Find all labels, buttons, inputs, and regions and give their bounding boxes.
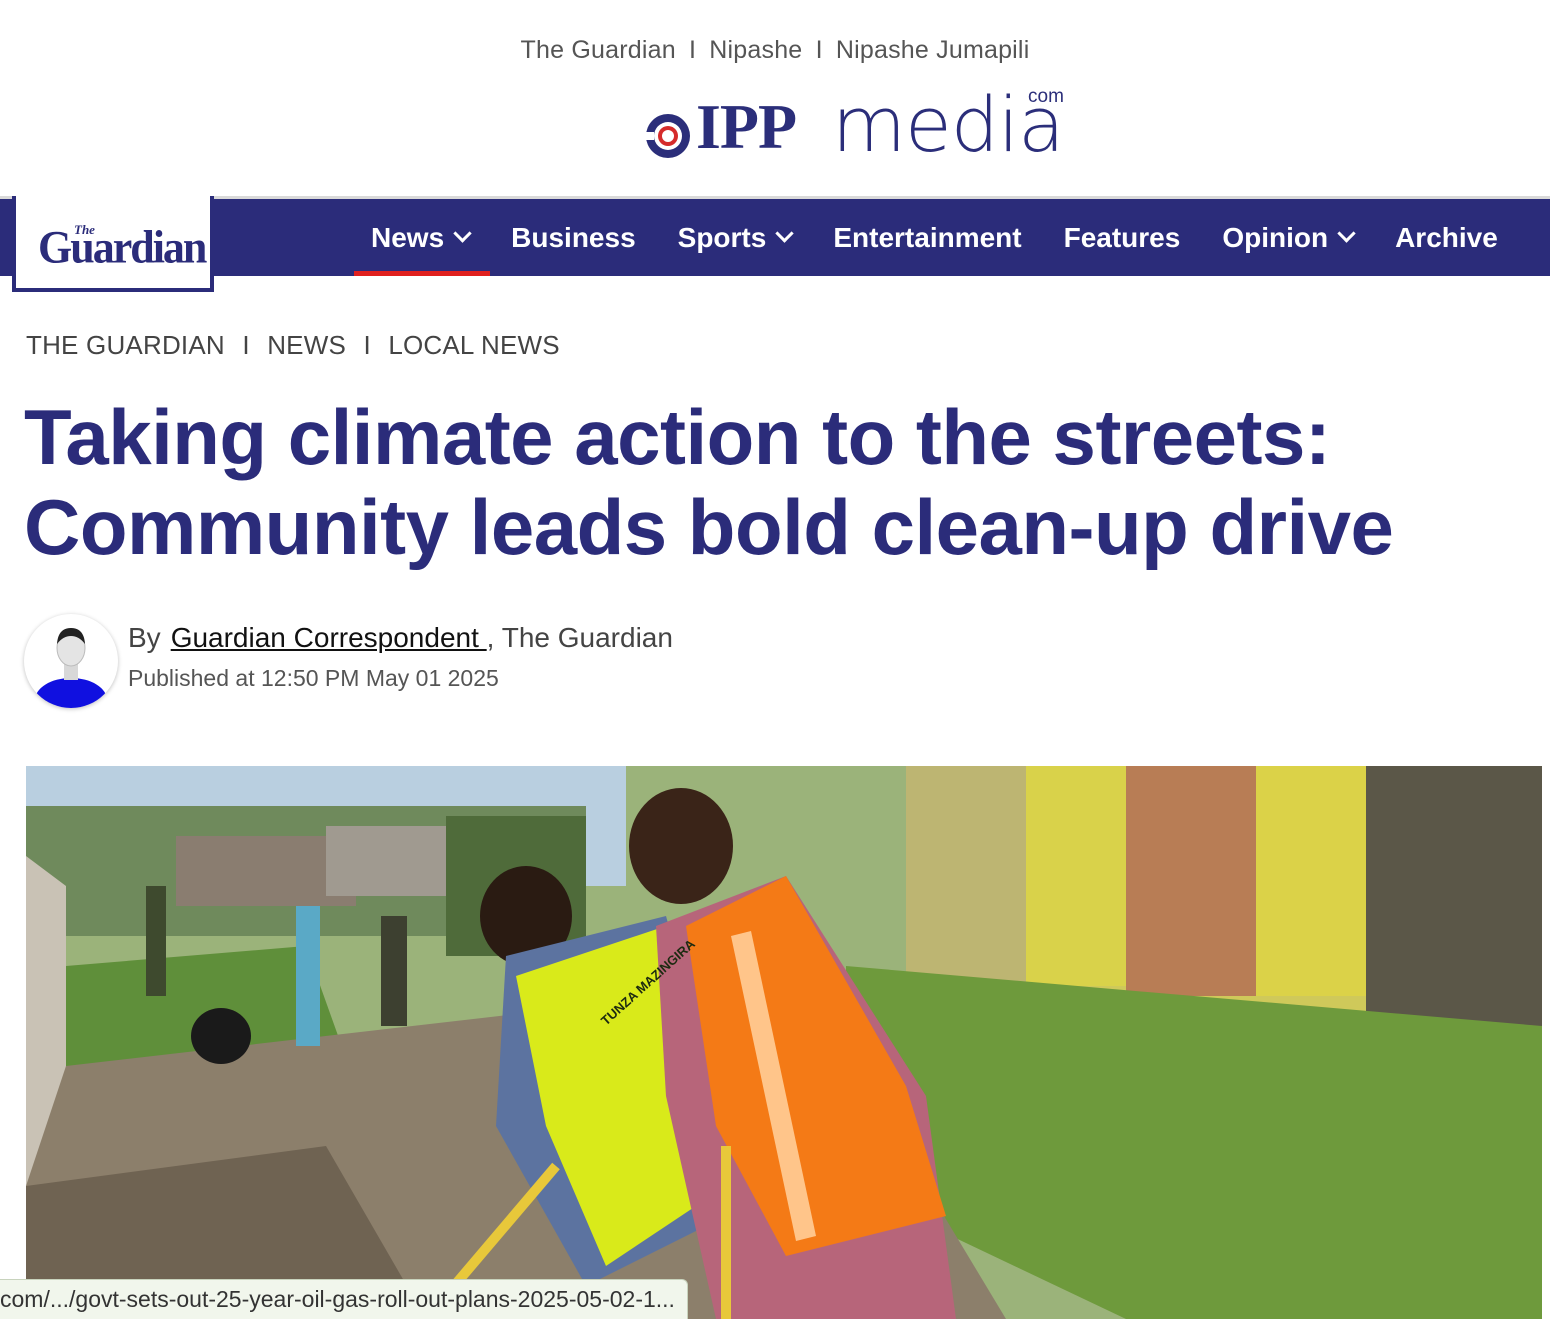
group-link-nipashe-jumapili[interactable]: Nipashe Jumapili (836, 36, 1030, 64)
ipp-logo-suffix: com (1028, 86, 1064, 107)
author-avatar (24, 614, 118, 708)
chevron-down-icon (453, 224, 472, 243)
breadcrumb-item-the-guardian[interactable]: THE GUARDIAN (26, 330, 225, 360)
nav-item-archive[interactable]: Archive (1374, 199, 1519, 276)
breadcrumb-separator: I (242, 330, 250, 360)
breadcrumb: THE GUARDIAN I NEWS I LOCAL NEWS (26, 330, 560, 361)
headline-line-2: Community leads bold clean-up drive (24, 483, 1394, 571)
group-link-the-guardian[interactable]: The Guardian (521, 36, 676, 64)
nav-label: News (371, 221, 445, 253)
group-sites-bar: The Guardian I Nipashe I Nipashe Jumapil… (0, 36, 1550, 65)
byline-by-label: By (128, 622, 161, 653)
nav-label: Features (1063, 221, 1181, 253)
nav-label: Opinion (1222, 221, 1329, 253)
published-date: Published at 12:50 PM May 01 2025 (128, 665, 499, 691)
nav-menu: News Business Sports Entertainment Featu… (350, 199, 1519, 276)
group-separator: I (688, 36, 697, 64)
guardian-logo[interactable]: Guardian The (12, 196, 214, 292)
nav-item-sports[interactable]: Sports (657, 199, 813, 276)
nav-item-entertainment[interactable]: Entertainment (812, 199, 1042, 276)
breadcrumb-separator: I (363, 330, 371, 360)
headline-line-1: Taking climate action to the streets: (24, 393, 1331, 481)
chevron-down-icon (1337, 224, 1356, 243)
nav-label: Sports (677, 221, 767, 253)
user-silhouette-icon (35, 628, 107, 708)
group-separator: I (815, 36, 823, 64)
nav-item-business[interactable]: Business (490, 199, 657, 276)
guardian-logo-the: The (74, 222, 95, 237)
byline: By Guardian Correspondent , The Guardian (128, 622, 673, 654)
article-hero-image: TUNZA MAZINGIRA (26, 766, 1542, 1319)
ipp-logo-bold: IPP (696, 91, 797, 162)
ippmedia-logo[interactable]: IPP media com (640, 80, 1080, 169)
ipp-badge-icon (644, 114, 690, 158)
article-headline: Taking climate action to the streets: Co… (24, 392, 1524, 572)
nav-label: Business (511, 221, 636, 253)
author-link[interactable]: Guardian Correspondent (171, 622, 487, 653)
breadcrumb-item-local-news[interactable]: LOCAL NEWS (388, 330, 560, 360)
nav-item-opinion[interactable]: Opinion (1201, 199, 1374, 276)
nav-label: Archive (1395, 221, 1498, 253)
nav-label: Entertainment (833, 221, 1022, 253)
group-link-nipashe[interactable]: Nipashe (709, 36, 802, 64)
nav-item-features[interactable]: Features (1043, 199, 1202, 276)
guardian-logo-word: Guardian (38, 221, 207, 274)
breadcrumb-item-news[interactable]: NEWS (267, 330, 346, 360)
chevron-down-icon (775, 224, 795, 243)
cleanup-photo-illustration: TUNZA MAZINGIRA (26, 766, 1542, 1319)
byline-publication: , The Guardian (486, 622, 673, 653)
status-bar-url: com/.../govt-sets-out-25-year-oil-gas-ro… (0, 1279, 688, 1319)
nav-item-news[interactable]: News (350, 199, 491, 276)
